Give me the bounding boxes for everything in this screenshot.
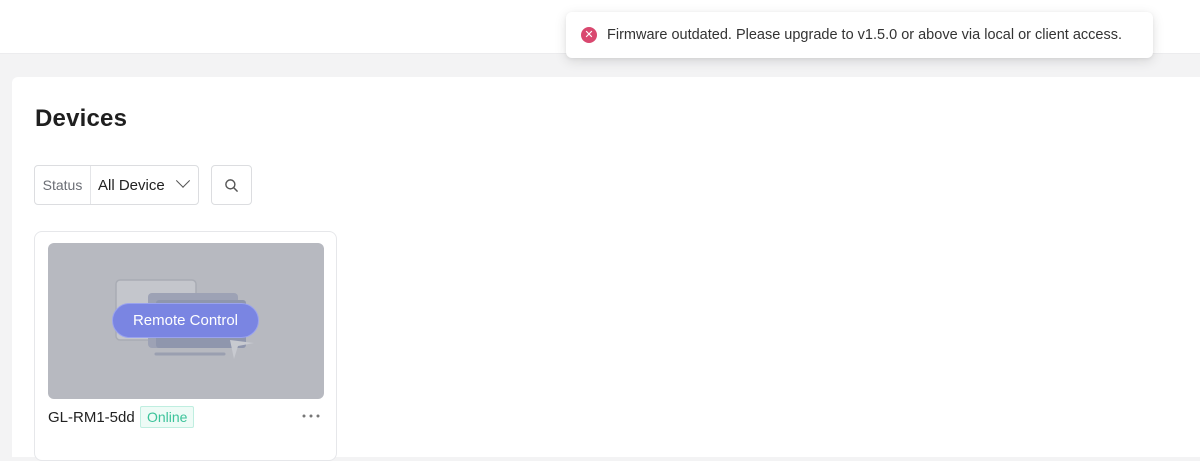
status-filter-dropdown[interactable]: All Device [91,166,198,204]
error-toast: ✕ Firmware outdated. Please upgrade to v… [566,12,1153,58]
status-filter-select[interactable]: Status All Device [34,165,199,205]
chevron-down-icon [175,173,191,188]
remote-control-button[interactable]: Remote Control [112,303,259,338]
status-filter-value: All Device [98,176,165,194]
status-badge: Online [140,406,195,428]
search-icon [225,178,238,192]
page-title: Devices [35,105,128,132]
toast-message: Firmware outdated. Please upgrade to v1.… [607,27,1123,43]
devices-panel: Devices Status All Device Remote Control… [12,77,1200,461]
more-options-button[interactable] [299,404,323,428]
error-circle-icon: ✕ [581,27,597,43]
device-name: GL-RM1-5dd [48,409,135,426]
device-card[interactable]: Remote Control GL-RM1-5dd Online [34,231,337,461]
search-button[interactable] [211,165,252,205]
status-filter-label: Status [35,166,91,204]
device-preview: Remote Control [48,243,324,399]
more-horizontal-icon [302,414,320,418]
